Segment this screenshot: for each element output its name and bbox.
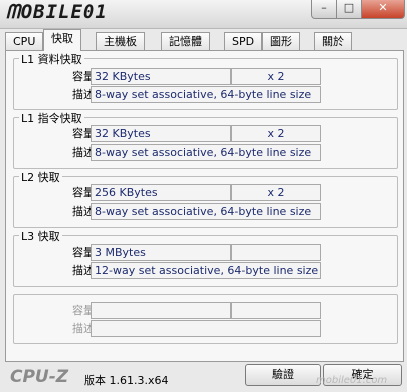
description-label: 描述: [72, 322, 94, 335]
validate-button[interactable]: 驗證: [245, 364, 321, 386]
size-value: [91, 302, 231, 319]
app-logo: ᗰOBILE01: [6, 1, 108, 23]
description-label: 描述: [72, 205, 94, 218]
minimize-button[interactable]: –: [311, 0, 337, 19]
size-label: 容量: [72, 246, 94, 259]
group-title: L3 快取: [19, 228, 62, 244]
group-title: L2 快取: [19, 169, 62, 185]
tab-cpu[interactable]: CPU: [5, 32, 44, 50]
count-value: [231, 302, 321, 319]
l2-cache-group: L2 快取 容量 256 KBytes x 2 描述 8-way set ass…: [13, 169, 398, 228]
description-label: 描述: [72, 264, 94, 277]
title-bar[interactable]: ᗰOBILE01 – □ ✕: [0, 0, 407, 29]
count-value: x 2: [231, 125, 321, 142]
watermark: mobile01.com: [316, 375, 388, 386]
count-value: [231, 244, 321, 261]
count-value: x 2: [231, 184, 321, 201]
group-title: L1 資料快取: [19, 51, 84, 67]
version-label: 版本 1.61.3.x64: [84, 374, 169, 387]
description-value: 12-way set associative, 64-byte line siz…: [91, 262, 321, 279]
description-value: 8-way set associative, 64-byte line size: [91, 203, 321, 220]
size-value: 256 KBytes: [91, 184, 231, 201]
description-value: 8-way set associative, 64-byte line size: [91, 86, 321, 103]
tab-about[interactable]: 關於: [314, 32, 352, 50]
cpu-z-brand: CPU-Z: [10, 367, 69, 387]
description-value: [91, 320, 321, 337]
size-value: 3 MBytes: [91, 244, 231, 261]
count-value: x 2: [231, 68, 321, 85]
empty-cache-group: 容量 描述: [13, 294, 398, 344]
maximize-button[interactable]: □: [336, 0, 362, 19]
group-title: L1 指令快取: [19, 110, 84, 126]
description-label: 描述: [72, 146, 94, 159]
tab-memory[interactable]: 記憶體: [161, 32, 210, 50]
close-button[interactable]: ✕: [361, 0, 405, 19]
tab-graphics[interactable]: 圖形: [262, 32, 300, 50]
tab-spd[interactable]: SPD: [224, 32, 263, 50]
l3-cache-group: L3 快取 容量 3 MBytes 描述 12-way set associat…: [13, 228, 398, 287]
description-label: 描述: [72, 88, 94, 101]
l1-data-cache-group: L1 資料快取 容量 32 KBytes x 2 描述 8-way set as…: [13, 51, 398, 110]
size-value: 32 KBytes: [91, 68, 231, 85]
size-label: 容量: [72, 70, 94, 83]
size-label: 容量: [72, 186, 94, 199]
size-label: 容量: [72, 304, 94, 317]
size-value: 32 KBytes: [91, 125, 231, 142]
size-label: 容量: [72, 127, 94, 140]
tab-mainboard[interactable]: 主機板: [96, 32, 145, 50]
description-value: 8-way set associative, 64-byte line size: [91, 144, 321, 161]
tab-cache[interactable]: 快取: [43, 29, 81, 51]
l1-instruction-cache-group: L1 指令快取 容量 32 KBytes x 2 描述 8-way set as…: [13, 110, 398, 169]
